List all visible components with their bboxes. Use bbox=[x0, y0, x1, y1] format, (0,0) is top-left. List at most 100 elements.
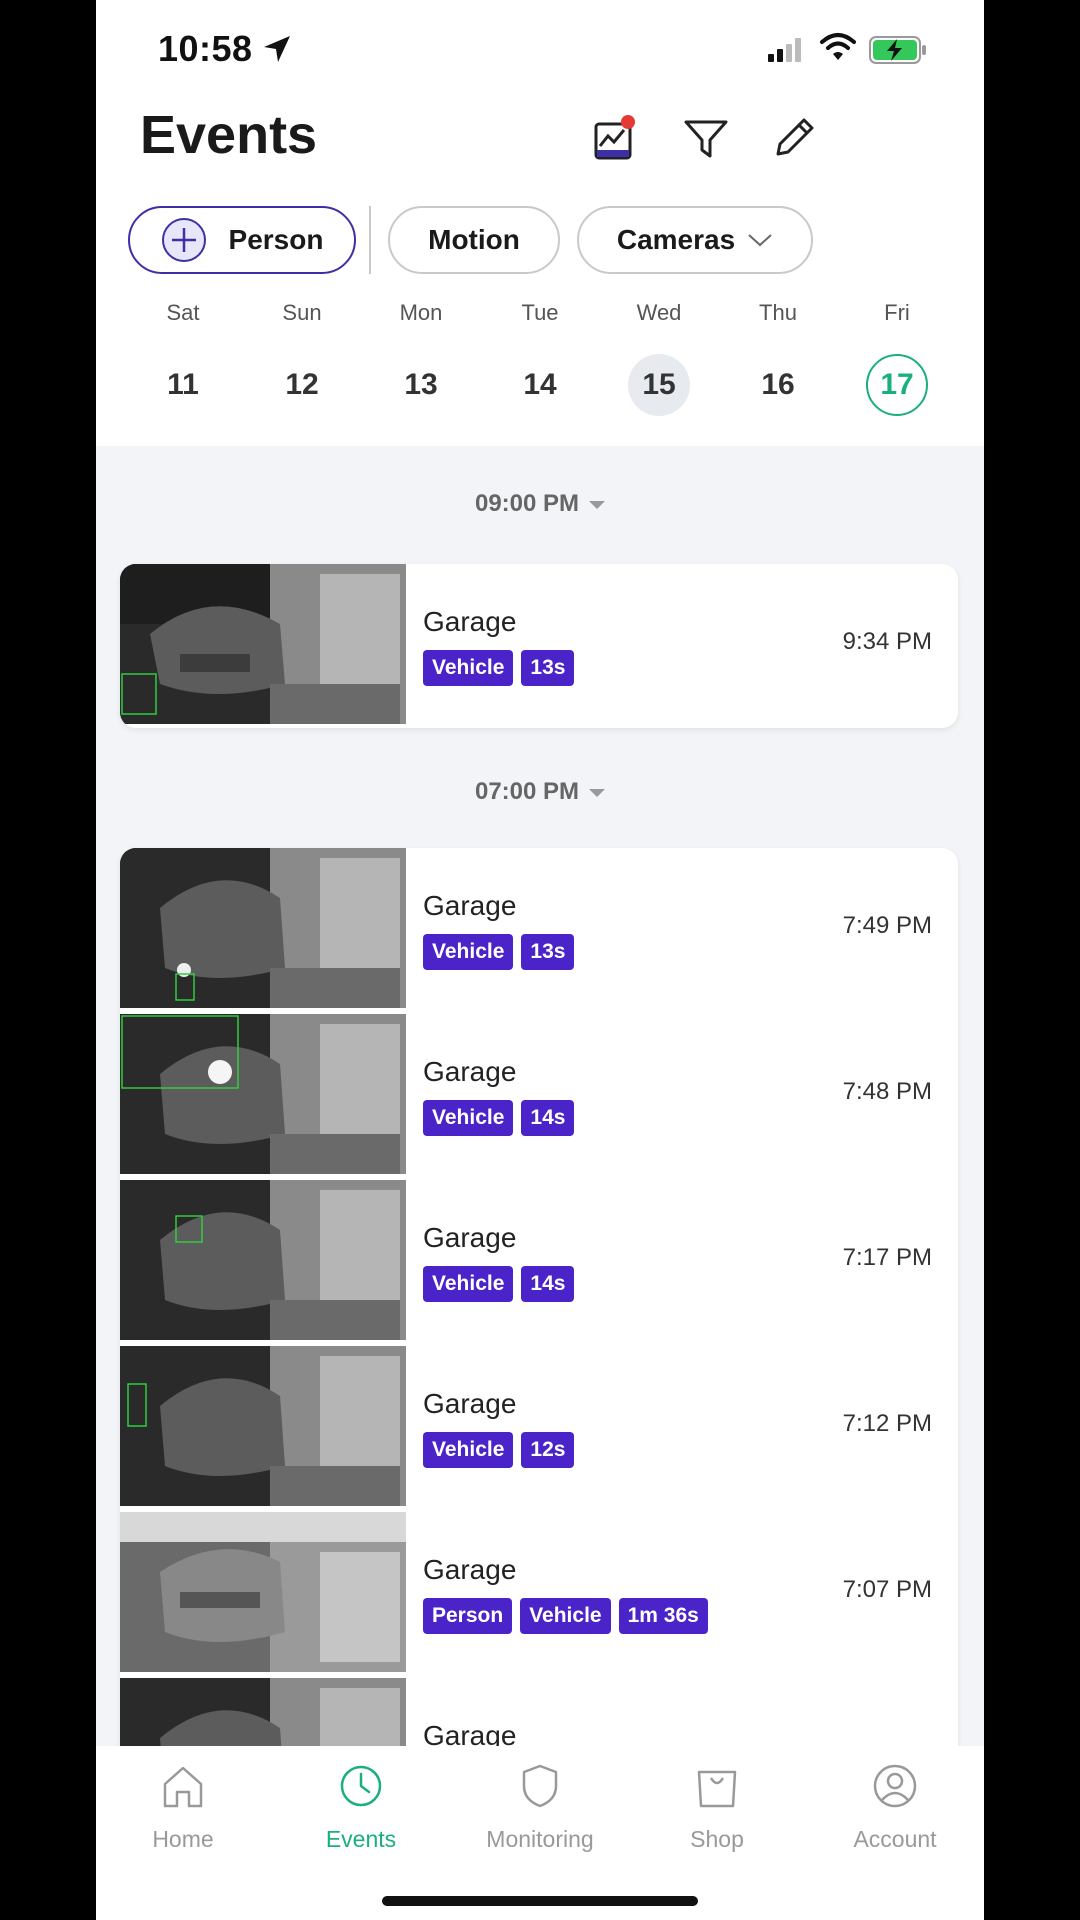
event-time: 7:17 PM bbox=[842, 1244, 932, 1271]
event-thumbnail[interactable] bbox=[120, 848, 406, 1008]
edit-pencil-icon[interactable] bbox=[768, 112, 820, 164]
event-row[interactable]: Garage Person Vehicle 1m 36s 7:07 PM bbox=[120, 1512, 958, 1678]
tag-vehicle: Vehicle bbox=[423, 650, 514, 686]
day-mon[interactable]: Mon 13 bbox=[381, 300, 461, 416]
phone-screen: 10:58 Events Person Motion Cameras Sat 1… bbox=[96, 0, 984, 1920]
group-header[interactable]: 09:00 PM bbox=[96, 490, 984, 518]
person-filter-chip[interactable]: Person bbox=[128, 206, 356, 274]
filter-icon[interactable] bbox=[680, 112, 732, 164]
group-header-label: 07:00 PM bbox=[474, 778, 580, 805]
day-date: 12 bbox=[285, 368, 319, 401]
camera-name: Garage bbox=[423, 890, 517, 921]
day-name: Fri bbox=[884, 300, 910, 325]
day-wed[interactable]: Wed 15 bbox=[619, 300, 699, 416]
tag-duration: 1m 36s bbox=[618, 1598, 708, 1634]
event-thumbnail[interactable] bbox=[120, 1014, 406, 1174]
day-sun[interactable]: Sun 12 bbox=[262, 300, 342, 416]
event-thumbnail[interactable] bbox=[120, 564, 406, 724]
event-time: 7:48 PM bbox=[842, 1078, 932, 1105]
tag-vehicle: Vehicle bbox=[423, 1100, 514, 1136]
camera-name: Garage bbox=[423, 1388, 517, 1419]
day-date: 17 bbox=[866, 354, 928, 416]
event-time: 7:07 PM bbox=[842, 1576, 932, 1603]
day-name: Sat bbox=[166, 300, 200, 325]
day-name: Wed bbox=[636, 300, 682, 325]
tag-duration: 12s bbox=[521, 1432, 575, 1468]
event-thumbnail[interactable] bbox=[120, 1512, 406, 1672]
event-thumbnail[interactable] bbox=[120, 1678, 406, 1746]
day-date: 15 bbox=[628, 354, 690, 416]
clock-icon bbox=[340, 1765, 382, 1807]
shopping-bag-icon bbox=[697, 1770, 737, 1808]
tag-duration: 13s bbox=[521, 934, 575, 970]
tab-label: Shop bbox=[690, 1826, 744, 1852]
day-fri[interactable]: Fri 17 bbox=[857, 300, 937, 416]
shield-icon bbox=[522, 1764, 558, 1808]
chip-divider bbox=[369, 206, 371, 274]
day-name: Mon bbox=[399, 300, 443, 325]
activity-chart-icon[interactable] bbox=[590, 112, 642, 164]
event-row[interactable]: Garage bbox=[120, 1678, 958, 1746]
event-thumbnail[interactable] bbox=[120, 1180, 406, 1340]
tag-duration: 14s bbox=[521, 1100, 575, 1136]
event-row[interactable]: Garage Vehicle 14s 7:17 PM bbox=[120, 1180, 958, 1346]
day-sat[interactable]: Sat 11 bbox=[143, 300, 223, 416]
tab-label: Home bbox=[152, 1826, 214, 1852]
battery-charging-icon bbox=[869, 36, 926, 64]
event-tags: Vehicle 13s bbox=[423, 934, 575, 970]
camera-name: Garage bbox=[423, 1720, 517, 1746]
cameras-filter-label: Cameras bbox=[616, 224, 736, 255]
event-tags: Vehicle 12s bbox=[423, 1432, 575, 1468]
tab-home[interactable]: Home bbox=[108, 1758, 258, 1853]
page-title: Events bbox=[140, 105, 318, 165]
day-date: 11 bbox=[167, 368, 199, 401]
tag-vehicle: Vehicle bbox=[423, 1432, 514, 1468]
group-header[interactable]: 07:00 PM bbox=[96, 778, 984, 806]
event-card: Garage Vehicle 13s 9:34 PM bbox=[120, 564, 958, 728]
tab-label: Account bbox=[853, 1826, 937, 1852]
day-date: 13 bbox=[404, 368, 438, 401]
home-icon bbox=[163, 1766, 203, 1808]
day-tue[interactable]: Tue 14 bbox=[500, 300, 580, 416]
location-arrow-icon bbox=[264, 36, 290, 62]
account-icon bbox=[873, 1764, 917, 1808]
tag-vehicle: Vehicle bbox=[520, 1598, 611, 1634]
cellular-signal-icon bbox=[768, 38, 801, 62]
day-name: Sun bbox=[282, 300, 322, 325]
wifi-icon bbox=[820, 33, 856, 60]
event-row[interactable]: Garage Vehicle 14s 7:48 PM bbox=[120, 1014, 958, 1180]
tab-label: Events bbox=[325, 1826, 397, 1852]
garage-camera-image bbox=[120, 1678, 406, 1746]
event-thumbnail[interactable] bbox=[120, 1346, 406, 1506]
garage-camera-image bbox=[120, 848, 406, 1008]
event-row[interactable]: Garage Vehicle 13s 9:34 PM bbox=[120, 564, 958, 728]
event-row[interactable]: Garage Vehicle 12s 7:12 PM bbox=[120, 1346, 958, 1512]
tag-duration: 13s bbox=[521, 650, 575, 686]
day-date: 16 bbox=[761, 368, 795, 401]
event-row[interactable]: Garage Vehicle 13s 7:49 PM bbox=[120, 848, 958, 1014]
event-card: Garage Vehicle 13s 7:49 PM Garage Vehicl… bbox=[120, 848, 958, 1746]
status-time: 10:58 bbox=[158, 28, 253, 69]
event-tags: Vehicle 14s bbox=[423, 1266, 575, 1302]
garage-camera-image bbox=[120, 564, 406, 724]
tab-events[interactable]: Events bbox=[286, 1758, 436, 1853]
tab-account[interactable]: Account bbox=[820, 1758, 970, 1853]
home-indicator[interactable] bbox=[382, 1896, 698, 1906]
event-feed[interactable]: 09:00 PM Garage Vehicle 13s 9:34 PM 07:0… bbox=[96, 446, 984, 1746]
motion-filter-chip[interactable]: Motion bbox=[388, 206, 560, 274]
camera-name: Garage bbox=[423, 1554, 517, 1585]
caret-down-icon bbox=[589, 500, 606, 509]
event-time: 7:49 PM bbox=[842, 912, 932, 939]
tab-monitoring[interactable]: Monitoring bbox=[465, 1758, 615, 1853]
cameras-filter-dropdown[interactable]: Cameras bbox=[577, 206, 813, 274]
tab-label: Monitoring bbox=[486, 1826, 594, 1852]
tag-vehicle: Vehicle bbox=[423, 934, 514, 970]
chevron-down-icon bbox=[748, 234, 772, 247]
tab-shop[interactable]: Shop bbox=[642, 1758, 792, 1853]
garage-camera-image bbox=[120, 1512, 406, 1672]
day-name: Thu bbox=[759, 300, 797, 325]
tag-person: Person bbox=[423, 1598, 513, 1634]
event-tags: Vehicle 13s bbox=[423, 650, 575, 686]
day-thu[interactable]: Thu 16 bbox=[738, 300, 818, 416]
event-tags: Person Vehicle 1m 36s bbox=[423, 1598, 708, 1634]
